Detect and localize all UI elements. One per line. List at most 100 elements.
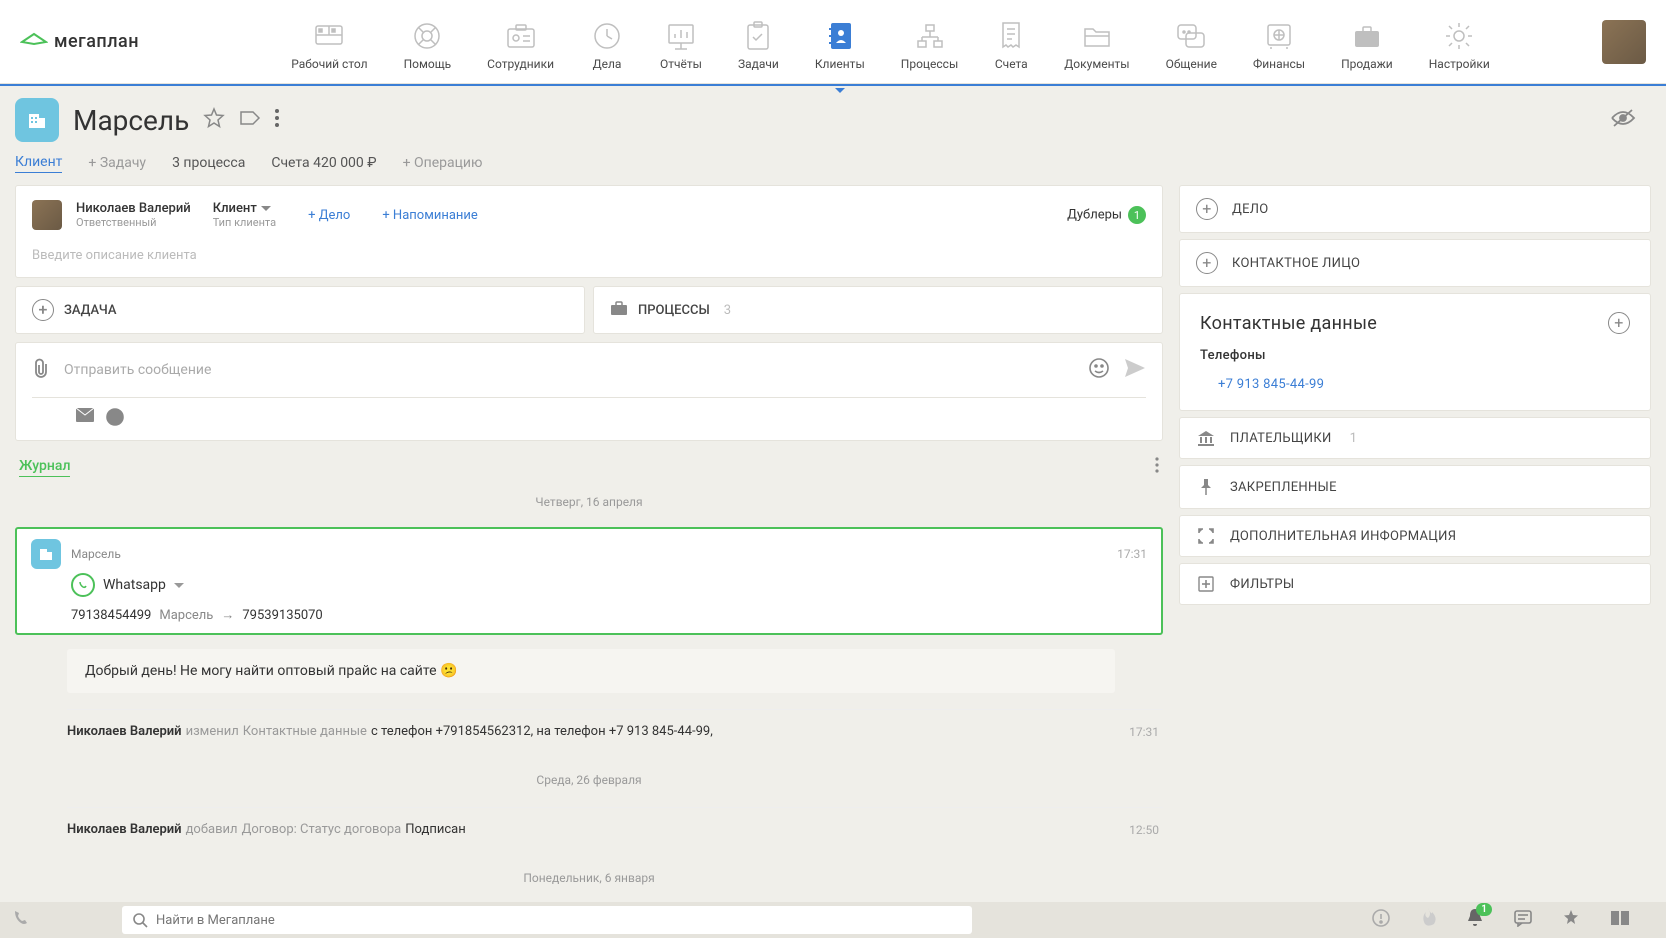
log-sender: Марсель	[71, 547, 121, 561]
nav-employees[interactable]: Сотрудники	[483, 13, 558, 71]
description-input[interactable]: Введите описание клиента	[32, 248, 1146, 263]
system-log-entry: Николаев Валерий изменил Контактные данн…	[67, 709, 1163, 753]
bottom-bar: 1	[0, 902, 1666, 938]
nav-tasks[interactable]: Задачи	[734, 13, 783, 71]
workflow-icon	[913, 21, 947, 51]
receipt-icon	[994, 21, 1028, 51]
nav-processes[interactable]: Процессы	[897, 13, 963, 71]
nav-help[interactable]: Помощь	[400, 13, 456, 71]
subtabs: Клиент + Задачу 3 процесса Счета 420 000…	[0, 154, 1666, 185]
nav-documents[interactable]: Документы	[1060, 13, 1133, 71]
attach-icon[interactable]	[32, 358, 50, 382]
filter-add-icon	[1196, 576, 1216, 592]
page-title: Марсель	[73, 104, 189, 137]
responsible-name[interactable]: Николаев Валерий	[76, 201, 191, 216]
main-nav: Рабочий стол Помощь Сотрудники Дела Отчё…	[179, 13, 1602, 71]
date-separator: Четверг, 16 апреля	[15, 485, 1163, 519]
nav-deals[interactable]: Дела	[586, 13, 628, 71]
tab-client[interactable]: Клиент	[15, 154, 62, 173]
page-header: Марсель	[0, 86, 1666, 154]
journal-menu-icon[interactable]	[1155, 457, 1159, 477]
expand-icon	[1196, 528, 1216, 544]
plus-icon: +	[32, 299, 54, 321]
add-deal-link[interactable]: + Дело	[308, 208, 350, 223]
user-avatar[interactable]	[1602, 20, 1646, 64]
plus-icon: +	[1196, 252, 1218, 274]
channel-name: Whatsapp	[103, 577, 166, 593]
tab-processes[interactable]: 3 процесса	[172, 155, 245, 173]
contacts-icon	[823, 21, 857, 51]
date-separator: Среда, 26 февраля	[15, 763, 1163, 797]
journal-header: Журнал	[15, 457, 1163, 477]
nav-sales[interactable]: Продажи	[1337, 13, 1397, 71]
nav-invoices[interactable]: Счета	[990, 13, 1032, 71]
global-search-input[interactable]	[156, 913, 962, 928]
right-additional-card[interactable]: ДОПОЛНИТЕЛЬНАЯ ИНФОРМАЦИЯ	[1179, 515, 1651, 557]
alert-icon[interactable]	[1372, 909, 1390, 931]
message-input[interactable]	[64, 362, 1074, 378]
bell-icon[interactable]: 1	[1466, 908, 1484, 932]
right-contact-data-card: Контактные данные+ Телефоны +7 913 845-4…	[1179, 293, 1651, 411]
whatsapp-log-entry[interactable]: Марсель 17:31 Whatsapp 79138454499 Марсе…	[15, 527, 1163, 635]
send-icon[interactable]	[1124, 358, 1146, 382]
folder-icon	[1080, 21, 1114, 51]
right-contact-person-card[interactable]: +КОНТАКТНОЕ ЛИЦО	[1179, 239, 1651, 287]
responsible-card: Николаев Валерий Ответственный Клиент Ти…	[15, 185, 1163, 278]
log-time: 17:31	[1117, 547, 1147, 561]
task-card[interactable]: +ЗАДАЧА	[15, 286, 585, 334]
safe-icon	[1262, 21, 1296, 51]
journal-tab[interactable]: Журнал	[19, 458, 70, 477]
nav-finance[interactable]: Финансы	[1249, 13, 1309, 71]
more-menu-icon[interactable]	[275, 109, 279, 131]
add-contact-icon[interactable]: +	[1608, 312, 1630, 334]
tab-accounts[interactable]: Счета 420 000 ₽	[271, 155, 376, 173]
logo-text: мегаплан	[54, 31, 139, 52]
right-deal-card[interactable]: +ДЕЛО	[1179, 185, 1651, 233]
right-payers-card[interactable]: ПЛАТЕЛЬЩИКИ1	[1179, 417, 1651, 459]
visibility-icon[interactable]	[1610, 108, 1636, 132]
email-channel-icon[interactable]	[76, 408, 94, 430]
nav-clients[interactable]: Клиенты	[811, 13, 869, 71]
right-filters-card[interactable]: ФИЛЬТРЫ	[1179, 563, 1651, 605]
phones-label: Телефоны	[1200, 348, 1630, 363]
right-pinned-card[interactable]: ЗАКРЕПЛЕННЫЕ	[1179, 465, 1651, 509]
nav-chat[interactable]: Общение	[1162, 13, 1221, 71]
nav-reports[interactable]: Отчёты	[656, 13, 706, 71]
phone-link[interactable]: +7 913 845-44-99	[1200, 377, 1630, 392]
flame-icon[interactable]	[1420, 908, 1436, 932]
search-icon	[132, 912, 148, 928]
system-log-entry: Николаев Валерий добавил Договор: Статус…	[67, 807, 1163, 851]
from-name: Марсель	[159, 608, 213, 623]
company-small-icon	[31, 539, 61, 569]
tag-icon[interactable]	[239, 109, 261, 131]
chevron-down-icon[interactable]	[174, 578, 184, 593]
message-icon[interactable]	[1514, 909, 1532, 931]
tab-add-task[interactable]: + Задачу	[88, 155, 146, 173]
client-type-dropdown[interactable]: Клиент	[213, 201, 276, 216]
clock-icon	[590, 21, 624, 51]
book-icon[interactable]	[1610, 910, 1630, 930]
logo[interactable]: мегаплан	[20, 31, 139, 52]
nav-desktop[interactable]: Рабочий стол	[287, 13, 371, 71]
arrow-icon: →	[221, 607, 234, 623]
favorite-star-icon[interactable]	[203, 107, 225, 133]
phone-dialer-icon[interactable]	[12, 909, 30, 931]
plus-icon: +	[1196, 198, 1218, 220]
chat-icon	[1174, 21, 1208, 51]
global-search[interactable]	[122, 906, 972, 934]
nav-settings[interactable]: Настройки	[1425, 13, 1494, 71]
topbar: мегаплан Рабочий стол Помощь Сотрудники …	[0, 0, 1666, 84]
message-box	[15, 342, 1163, 441]
emoji-icon[interactable]	[1088, 357, 1110, 383]
processes-card[interactable]: ПРОЦЕССЫ3	[593, 286, 1163, 334]
add-reminder-link[interactable]: + Напоминание	[382, 208, 477, 223]
gear-icon	[1442, 21, 1476, 51]
whatsapp-channel-icon[interactable]	[106, 408, 124, 430]
responsible-avatar[interactable]	[32, 200, 62, 230]
briefcase-icon	[610, 300, 628, 320]
from-phone: 79138454499	[71, 608, 151, 623]
star-icon[interactable]	[1562, 909, 1580, 931]
tab-add-operation[interactable]: + Операцию	[403, 155, 483, 173]
duplicates-label[interactable]: Дублеры1	[1067, 206, 1146, 224]
whatsapp-icon	[71, 573, 95, 597]
